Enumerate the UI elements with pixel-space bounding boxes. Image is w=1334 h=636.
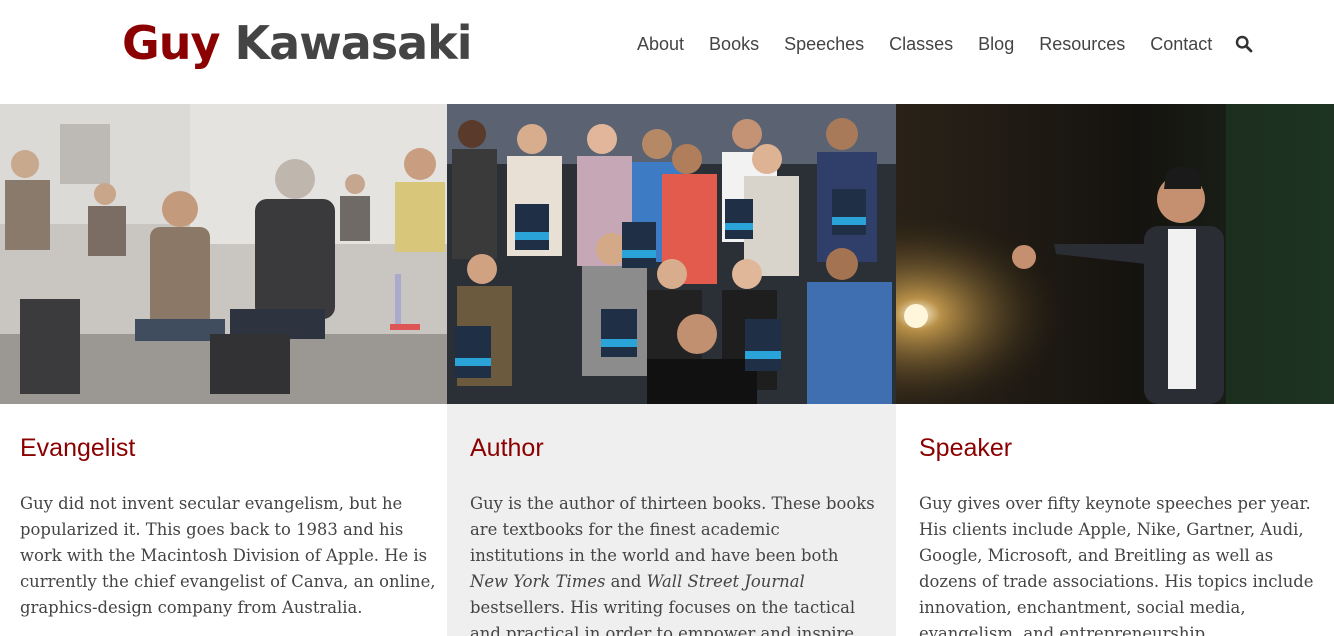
author-text-part-1: Guy is the author of thirteen books. The… — [470, 494, 875, 565]
nav-resources[interactable]: Resources — [1039, 34, 1125, 55]
nav-classes[interactable]: Classes — [889, 34, 953, 55]
author-column: Author Guy is the author of thirteen boo… — [447, 104, 896, 636]
nav-books[interactable]: Books — [709, 34, 759, 55]
evangelist-text: Guy did not invent secular evangelism, b… — [20, 494, 436, 617]
author-photo[interactable] — [447, 104, 896, 404]
evangelist-photo[interactable] — [0, 104, 447, 404]
site-header: Guy Kawasaki About Books Speeches Classe… — [0, 0, 1334, 104]
author-heading: Author — [470, 434, 544, 462]
nyt-title: New York Times — [470, 572, 606, 591]
author-text-part-3: bestsellers. His writing focuses on the … — [470, 598, 860, 636]
logo-first-name: Guy — [122, 16, 220, 70]
speaker-photo[interactable] — [896, 104, 1334, 404]
evangelist-heading: Evangelist — [20, 434, 136, 462]
site-logo[interactable]: Guy Kawasaki — [122, 16, 473, 70]
nav-contact[interactable]: Contact — [1150, 34, 1212, 55]
author-text-part-2: and — [605, 572, 647, 591]
logo-last-name: Kawasaki — [234, 16, 473, 70]
speaker-column: Speaker Guy gives over fifty keynote spe… — [896, 104, 1334, 636]
evangelist-column: Evangelist Guy did not invent secular ev… — [0, 104, 447, 636]
nav-blog[interactable]: Blog — [978, 34, 1014, 55]
nav-speeches[interactable]: Speeches — [784, 34, 864, 55]
speaker-text: Guy gives over fifty keynote speeches pe… — [919, 494, 1314, 636]
search-icon[interactable] — [1235, 35, 1253, 53]
wsj-title: Wall Street Journal — [646, 572, 805, 591]
author-text: Guy is the author of thirteen books. The… — [470, 491, 876, 636]
nav-about[interactable]: About — [637, 34, 684, 55]
main-nav: About Books Speeches Classes Blog Resour… — [637, 32, 1253, 56]
speaker-heading: Speaker — [919, 434, 1013, 462]
